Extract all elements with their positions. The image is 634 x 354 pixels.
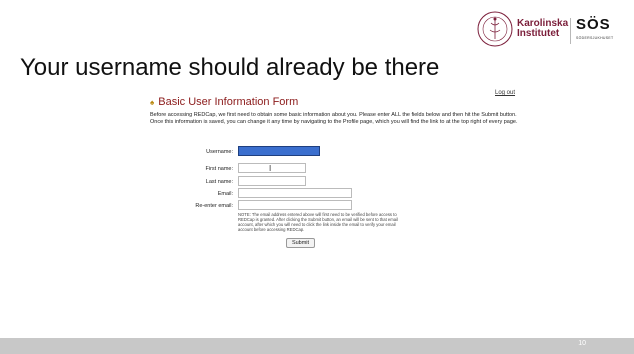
- ki-line2: Institutet: [517, 28, 560, 39]
- email-field[interactable]: [238, 188, 352, 198]
- form-title-icon: ♠: [150, 98, 155, 107]
- form-title-text: Basic User Information Form: [158, 96, 299, 108]
- submit-button[interactable]: Submit: [286, 238, 315, 248]
- first-name-field[interactable]: [238, 163, 306, 173]
- username-field[interactable]: [238, 146, 320, 156]
- karolinska-logo-text: Karolinska Institutet: [517, 19, 568, 39]
- slide-page-number: 10: [578, 340, 586, 347]
- logo-divider: [570, 18, 571, 44]
- presentation-slide: Karolinska Institutet SÖS SÖDERSJUKHUSET…: [0, 0, 634, 354]
- sos-logo: SÖS: [576, 16, 611, 33]
- email-verification-note: NOTE: The email address entered above wi…: [238, 212, 398, 232]
- reenter-email-field[interactable]: [238, 200, 352, 210]
- text-cursor-icon: I: [269, 164, 272, 173]
- sos-logo-subtitle: SÖDERSJUKHUSET: [576, 36, 614, 40]
- logout-link[interactable]: Log out: [495, 90, 515, 96]
- last-name-field[interactable]: [238, 176, 306, 186]
- slide-headline: Your username should already be there: [20, 54, 440, 81]
- first-name-label: First name:: [205, 166, 233, 172]
- form-title: ♠ Basic User Information Form: [150, 96, 298, 108]
- form-intro-text: Before accessing REDCap, we first need t…: [150, 112, 518, 125]
- reenter-email-label: Re-enter email:: [195, 203, 233, 209]
- username-label: Username:: [206, 149, 233, 155]
- karolinska-seal-icon: [477, 11, 513, 47]
- last-name-label: Last name:: [205, 179, 233, 185]
- logo-area: Karolinska Institutet SÖS SÖDERSJUKHUSET: [476, 10, 626, 50]
- slide-footer-bar: 10: [0, 338, 634, 354]
- email-label: Email:: [217, 191, 233, 197]
